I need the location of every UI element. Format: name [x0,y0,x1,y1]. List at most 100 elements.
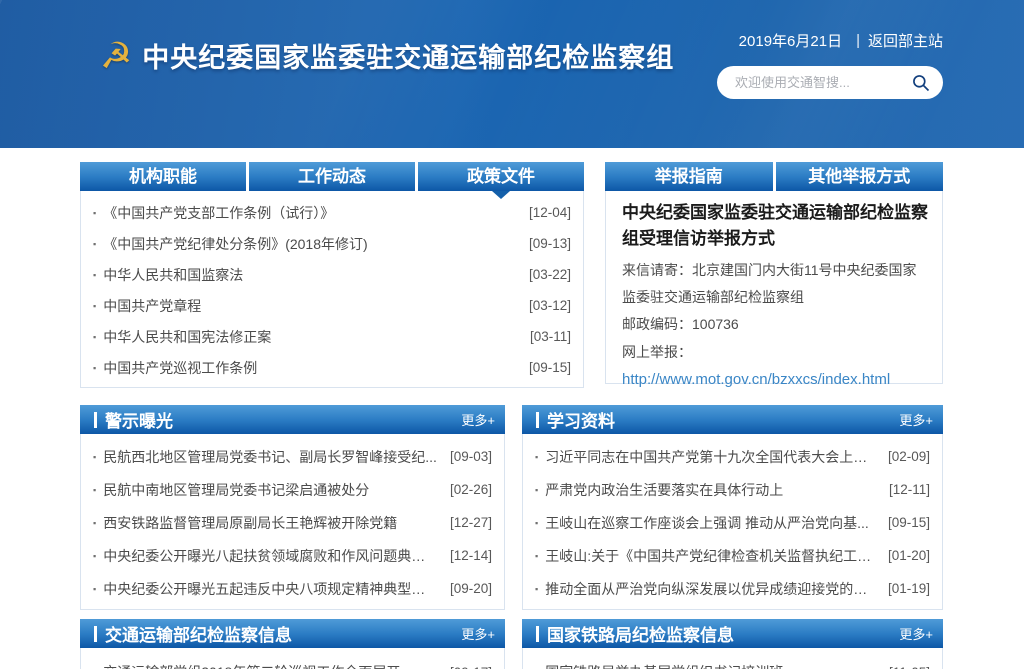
brand: ☭ 中央纪委国家监委驻交通运输部纪检监察组 [100,36,674,75]
item-title[interactable]: 中国共产党巡视工作条例 [103,358,517,378]
more-link[interactable]: 更多+ [899,624,933,643]
bullet-icon: ▪ [535,551,538,561]
item-date: [12-11] [889,482,930,497]
item-date: [01-19] [888,581,930,596]
railway-discipline-info-body: ▪ 国家铁路局举办基层党组织书记培训班 [11-05] [522,648,943,669]
item-date: [09-15] [888,515,930,530]
bullet-icon: ▪ [93,452,96,462]
tab-work-updates[interactable]: 工作动态 [249,162,415,191]
section-title: 警示曝光 [105,407,461,432]
item-title[interactable]: 西安铁路监督管理局原副局长王艳辉被开除党籍 [103,513,438,533]
item-date: [09-13] [529,236,571,251]
bullet-icon: ▪ [93,270,96,280]
return-home-link[interactable]: 返回部主站 [868,30,943,51]
mot-discipline-info-body: ▪ 交通运输部党组2018年第二轮巡视工作全面展开 [09-17] [80,648,505,669]
more-link[interactable]: 更多+ [899,410,933,429]
item-title[interactable]: 《中国共产党纪律处分条例》(2018年修订) [103,234,517,254]
tab-report-guide[interactable]: 举报指南 [605,162,773,191]
report-mail-line: 来信请寄：北京建国门内大街11号中央纪委国家监委驻交通运输部纪检监察组 [622,257,928,312]
bullet-icon: ▪ [535,584,538,594]
item-title[interactable]: 王岐山:关于《中国共产党纪律检查机关监督执纪工作... [545,546,876,566]
item-title[interactable]: 推动全面从严治党向纵深发展以优异成绩迎接党的十... [545,579,876,599]
report-postcode-line: 邮政编码：100736 [622,311,928,338]
item-date: [09-15] [529,360,571,375]
list-item[interactable]: ▪ 王岐山在巡察工作座谈会上强调 推动从严治党向基... [09-15] [533,506,930,539]
report-online-label: 网上举报： [622,339,928,366]
item-date: [03-11] [530,329,571,344]
item-date: [02-26] [450,482,492,497]
tab-other-report-methods[interactable]: 其他举报方式 [776,162,944,191]
study-materials-list: ▪ 习近平同志在中国共产党第十九次全国代表大会上的报告 [02-09] ▪ 严肃… [523,434,942,609]
item-title[interactable]: 中央纪委公开曝光五起违反中央八项规定精神典型问题 [103,579,438,599]
item-title[interactable]: 民航西北地区管理局党委书记、副局长罗智峰接受纪... [103,447,438,467]
item-title[interactable]: 中华人民共和国监察法 [103,265,517,285]
active-tab-arrow-icon [492,191,510,199]
bullet-icon: ▪ [535,485,538,495]
list-item[interactable]: ▪ 中央纪委公开曝光八起扶贫领域腐败和作风问题典型案例 [12-14] [91,539,492,572]
section-title-bar [536,412,539,428]
site-title: 中央纪委国家监委驻交通运输部纪检监察组 [142,36,674,75]
section-title: 交通运输部纪检监察信息 [105,621,461,646]
list-item[interactable]: ▪ 严肃党内政治生活要落实在具体行动上 [12-11] [533,473,930,506]
more-link[interactable]: 更多+ [461,624,495,643]
item-title[interactable]: 中华人民共和国宪法修正案 [103,327,518,347]
meta-separator: | [856,32,860,49]
list-item[interactable]: ▪ 推动全面从严治党向纵深发展以优异成绩迎接党的十... [01-19] [533,572,930,605]
list-item[interactable]: ▪ 王岐山:关于《中国共产党纪律检查机关监督执纪工作... [01-20] [533,539,930,572]
list-item[interactable]: ▪ 交通运输部党组2018年第二轮巡视工作全面展开 [09-17] [91,654,492,669]
bullet-icon: ▪ [93,518,96,528]
search-icon[interactable] [911,73,931,93]
section-title-bar [536,626,539,642]
item-title[interactable]: 交通运输部党组2018年第二轮巡视工作全面展开 [103,662,438,669]
bullet-icon: ▪ [93,363,96,373]
bullet-icon: ▪ [535,518,538,528]
search-input[interactable] [735,75,911,90]
list-item[interactable]: ▪ 中央纪委公开曝光五起违反中央八项规定精神典型问题 [09-20] [91,572,492,605]
item-date: [02-09] [888,449,930,464]
current-date: 2019年6月21日 [739,30,842,51]
tab-organization-functions[interactable]: 机构职能 [80,162,246,191]
report-title: 中央纪委国家监委驻交通运输部纪检监察组受理信访举报方式 [622,200,928,253]
study-materials-header: 学习资料 更多+ [522,405,943,434]
policy-card: 机构职能 工作动态 政策文件 ▪ 《中国共产党支部工作条例（试行）》 [12-0… [80,162,584,388]
item-title[interactable]: 中央纪委公开曝光八起扶贫领域腐败和作风问题典型案例 [103,546,438,566]
tab-policy-documents[interactable]: 政策文件 [418,162,584,191]
warning-exposure-list: ▪ 民航西北地区管理局党委书记、副局长罗智峰接受纪... [09-03] ▪ 民… [81,434,504,609]
item-title[interactable]: 国家铁路局举办基层党组织书记培训班 [545,662,877,669]
item-title[interactable]: 《中国共产党支部工作条例（试行）》 [103,203,517,223]
header-meta: 2019年6月21日 | 返回部主站 [739,30,943,51]
report-card: 举报指南 其他举报方式 中央纪委国家监委驻交通运输部纪检监察组受理信访举报方式 … [605,162,943,388]
railway-discipline-info-section: 国家铁路局纪检监察信息 更多+ ▪ 国家铁路局举办基层党组织书记培训班 [11-… [522,619,943,669]
list-item[interactable]: ▪ 西安铁路监督管理局原副局长王艳辉被开除党籍 [12-27] [91,506,492,539]
item-title[interactable]: 习近平同志在中国共产党第十九次全国代表大会上的报告 [545,447,876,467]
list-item[interactable]: ▪ 民航西北地区管理局党委书记、副局长罗智峰接受纪... [09-03] [91,440,492,473]
list-item[interactable]: ▪ 习近平同志在中国共产党第十九次全国代表大会上的报告 [02-09] [533,440,930,473]
railway-discipline-info-header: 国家铁路局纪检监察信息 更多+ [522,619,943,648]
list-item[interactable]: ▪ 中华人民共和国宪法修正案 [03-11] [91,321,571,352]
item-title[interactable]: 王岐山在巡察工作座谈会上强调 推动从严治党向基... [545,513,876,533]
item-title[interactable]: 严肃党内政治生活要落实在具体行动上 [545,480,877,500]
warning-exposure-body: ▪ 民航西北地区管理局党委书记、副局长罗智峰接受纪... [09-03] ▪ 民… [80,434,505,610]
section-title: 学习资料 [547,407,899,432]
bullet-icon: ▪ [93,332,96,342]
list-item[interactable]: ▪ 《中国共产党纪律处分条例》(2018年修订) [09-13] [91,228,571,259]
policy-list-body: ▪ 《中国共产党支部工作条例（试行）》 [12-04] ▪ 《中国共产党纪律处分… [80,191,584,388]
item-title[interactable]: 中国共产党章程 [103,296,517,316]
study-materials-body: ▪ 习近平同志在中国共产党第十九次全国代表大会上的报告 [02-09] ▪ 严肃… [522,434,943,610]
list-item[interactable]: ▪ 中国共产党巡视工作条例 [09-15] [91,352,571,383]
list-item[interactable]: ▪ 国家铁路局举办基层党组织书记培训班 [11-05] [533,654,930,669]
mot-discipline-info-list: ▪ 交通运输部党组2018年第二轮巡视工作全面展开 [09-17] [81,648,504,669]
search-box [717,66,943,99]
more-link[interactable]: 更多+ [461,410,495,429]
bullet-icon: ▪ [93,301,96,311]
list-item[interactable]: ▪ 中国共产党章程 [03-12] [91,290,571,321]
bullet-icon: ▪ [93,239,96,249]
report-online-link[interactable]: http://www.mot.gov.cn/bzxxcs/index.html [622,366,890,395]
section-title-bar [94,626,97,642]
item-title[interactable]: 民航中南地区管理局党委书记梁启通被处分 [103,480,438,500]
list-item[interactable]: ▪ 民航中南地区管理局党委书记梁启通被处分 [02-26] [91,473,492,506]
list-item[interactable]: ▪ 中华人民共和国监察法 [03-22] [91,259,571,290]
mot-discipline-info-header: 交通运输部纪检监察信息 更多+ [80,619,505,648]
section-title-bar [94,412,97,428]
list-item[interactable]: ▪ 《中国共产党支部工作条例（试行）》 [12-04] [91,197,571,228]
